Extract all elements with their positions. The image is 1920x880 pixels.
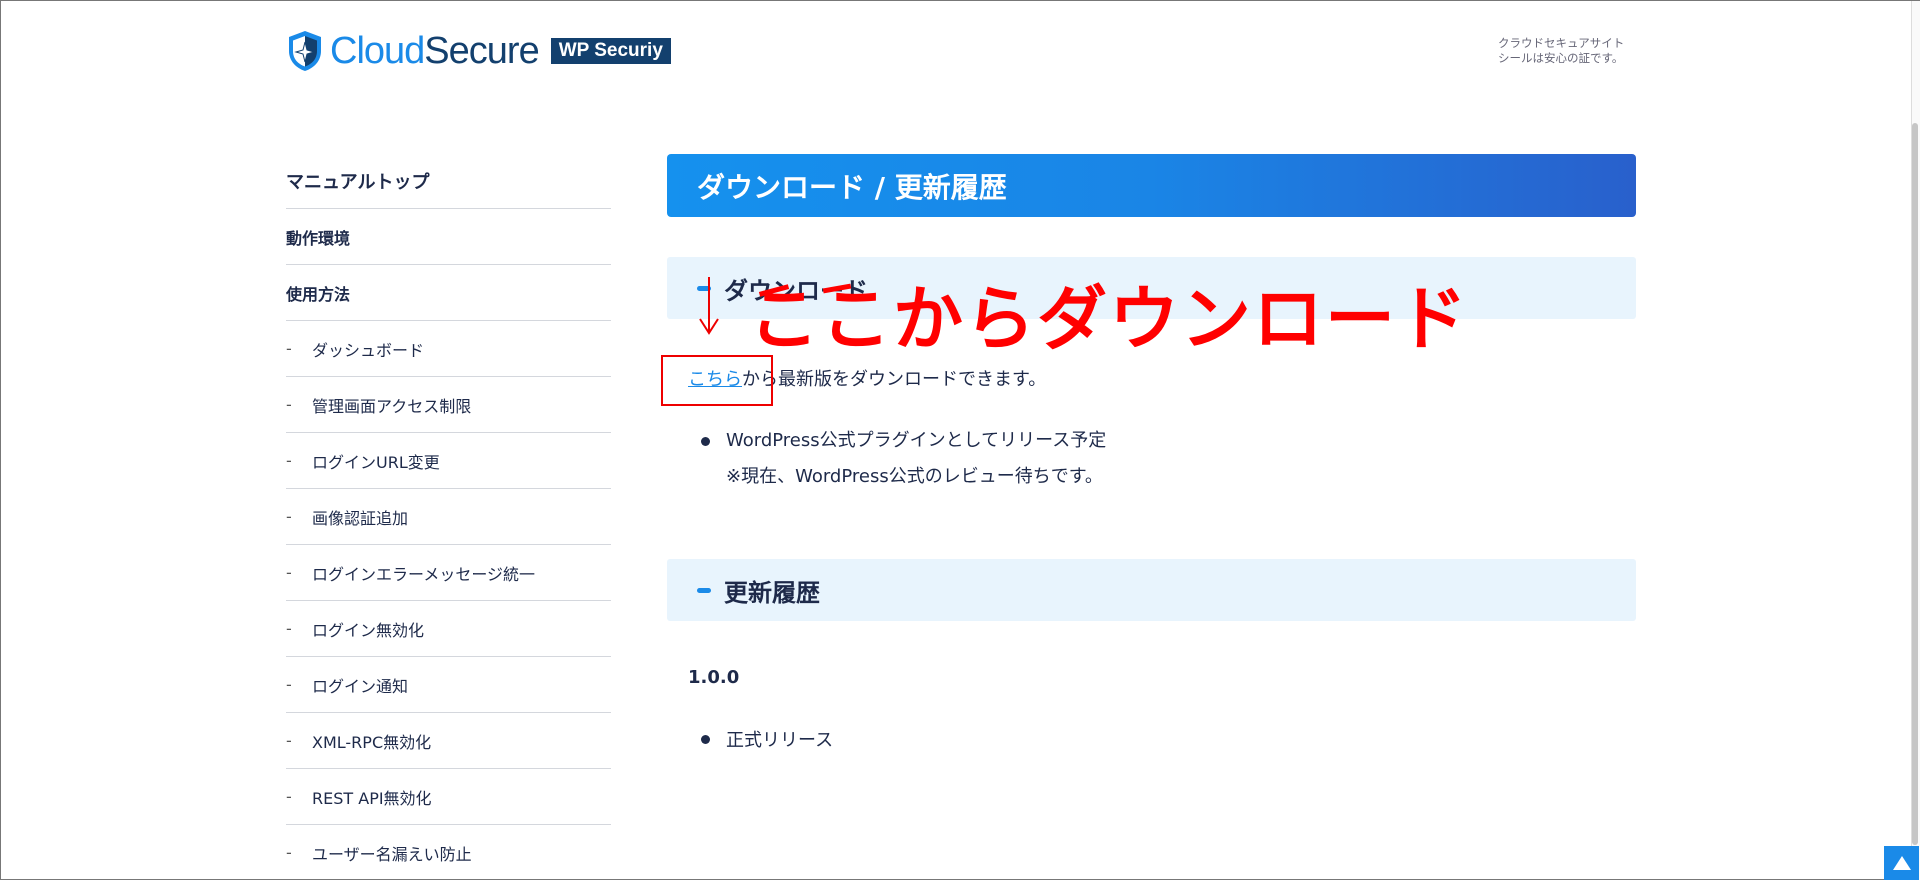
- release-note-bullet: WordPress公式プラグインとしてリリース予定 ※現在、WordPress公式…: [701, 423, 1106, 495]
- logo-tag: WP Securiy: [550, 38, 671, 64]
- sidebar-item-label: 管理画面アクセス制限: [312, 396, 472, 416]
- dash-marker: -: [286, 451, 292, 470]
- triangle-up-icon: [1892, 856, 1911, 870]
- site-seal-text: クラウドセキュアサイト シールは安心の証です。: [1498, 36, 1624, 66]
- section-history-heading: 更新履歴: [667, 559, 1636, 621]
- sidebar-item[interactable]: - ログインエラーメッセージ統一: [286, 545, 611, 601]
- sidebar-item-label: ダッシュボード: [312, 340, 425, 360]
- annotation-text: ここからダウンロード: [749, 278, 1469, 360]
- sidebar-item[interactable]: マニュアルトップ: [286, 154, 611, 209]
- sidebar-nav: マニュアルトップ 動作環境使用方法 - ダッシュボード - 管理画面アクセス制限 - ログイン…: [286, 154, 611, 880]
- dash-marker: -: [286, 843, 292, 862]
- sidebar-item[interactable]: - ダッシュボード: [286, 321, 611, 377]
- heading-bar-icon: [697, 587, 711, 593]
- dash-marker: -: [286, 787, 292, 806]
- sidebar-item-label: ログインエラーメッセージ統一: [312, 564, 536, 584]
- sidebar-item-label: 動作環境: [286, 228, 351, 248]
- dash-marker: -: [286, 619, 292, 638]
- version-note: 正式リリース: [701, 726, 833, 752]
- sidebar-item-label: ログインURL変更: [312, 452, 440, 472]
- section-heading-text: 更新履歴: [724, 578, 820, 607]
- logo-text-cloud: Cloud: [330, 29, 425, 72]
- sidebar-item-label: 画像認証追加: [312, 508, 409, 528]
- bullet-icon: [701, 735, 710, 744]
- sidebar-item[interactable]: - XML-RPC無効化: [286, 713, 611, 769]
- sidebar-item[interactable]: - REST API無効化: [286, 769, 611, 825]
- sidebar-item-label: 使用方法: [286, 284, 351, 304]
- dash-marker: -: [286, 507, 292, 526]
- bullet-line-2: ※現在、WordPress公式のレビュー待ちです。: [726, 466, 1103, 487]
- logo-text-secure: Secure: [424, 29, 539, 72]
- dash-marker: -: [286, 395, 292, 414]
- sidebar-item-label: ユーザー名漏えい防止: [312, 844, 472, 864]
- dash-marker: -: [286, 563, 292, 582]
- dash-marker: -: [286, 675, 292, 694]
- bullet-line-1: WordPress公式プラグインとしてリリース予定: [726, 430, 1107, 451]
- annotation-arrow-icon: [699, 277, 719, 335]
- sidebar-item[interactable]: - 画像認証追加: [286, 489, 611, 545]
- sidebar-item[interactable]: - 管理画面アクセス制限: [286, 377, 611, 433]
- dash-marker: -: [286, 731, 292, 750]
- sidebar-item-label: マニュアルトップ: [286, 172, 430, 193]
- version-label: 1.0.0: [688, 667, 740, 688]
- sidebar-item-label: REST API無効化: [312, 788, 432, 808]
- sidebar-item[interactable]: - ログインURL変更: [286, 433, 611, 489]
- back-to-top-button[interactable]: [1884, 846, 1919, 880]
- sidebar-item-label: ログイン無効化: [312, 620, 425, 640]
- version-note-text: 正式リリース: [726, 730, 834, 751]
- sidebar-item[interactable]: 使用方法: [286, 265, 611, 321]
- scrollbar-thumb[interactable]: [1912, 123, 1918, 845]
- download-text: から最新版をダウンロードできます。: [742, 369, 1047, 390]
- seal-line-2: シールは安心の証です。: [1498, 51, 1624, 65]
- sidebar-item[interactable]: - ログイン無効化: [286, 601, 611, 657]
- sidebar-item-label: XML-RPC無効化: [312, 732, 432, 752]
- sidebar-item-label: ログイン通知: [312, 676, 409, 696]
- seal-line-1: クラウドセキュアサイト: [1498, 36, 1625, 50]
- page-title: ダウンロード / 更新履歴: [667, 154, 1636, 217]
- sidebar-item[interactable]: - ログイン通知: [286, 657, 611, 713]
- sidebar-item[interactable]: - ユーザー名漏えい防止: [286, 825, 611, 880]
- shield-icon: [289, 31, 321, 71]
- dash-marker: -: [286, 339, 292, 358]
- sidebar-item[interactable]: 動作環境: [286, 209, 611, 265]
- logo[interactable]: CloudSecure WP Securiy: [286, 30, 671, 72]
- bullet-icon: [701, 437, 710, 446]
